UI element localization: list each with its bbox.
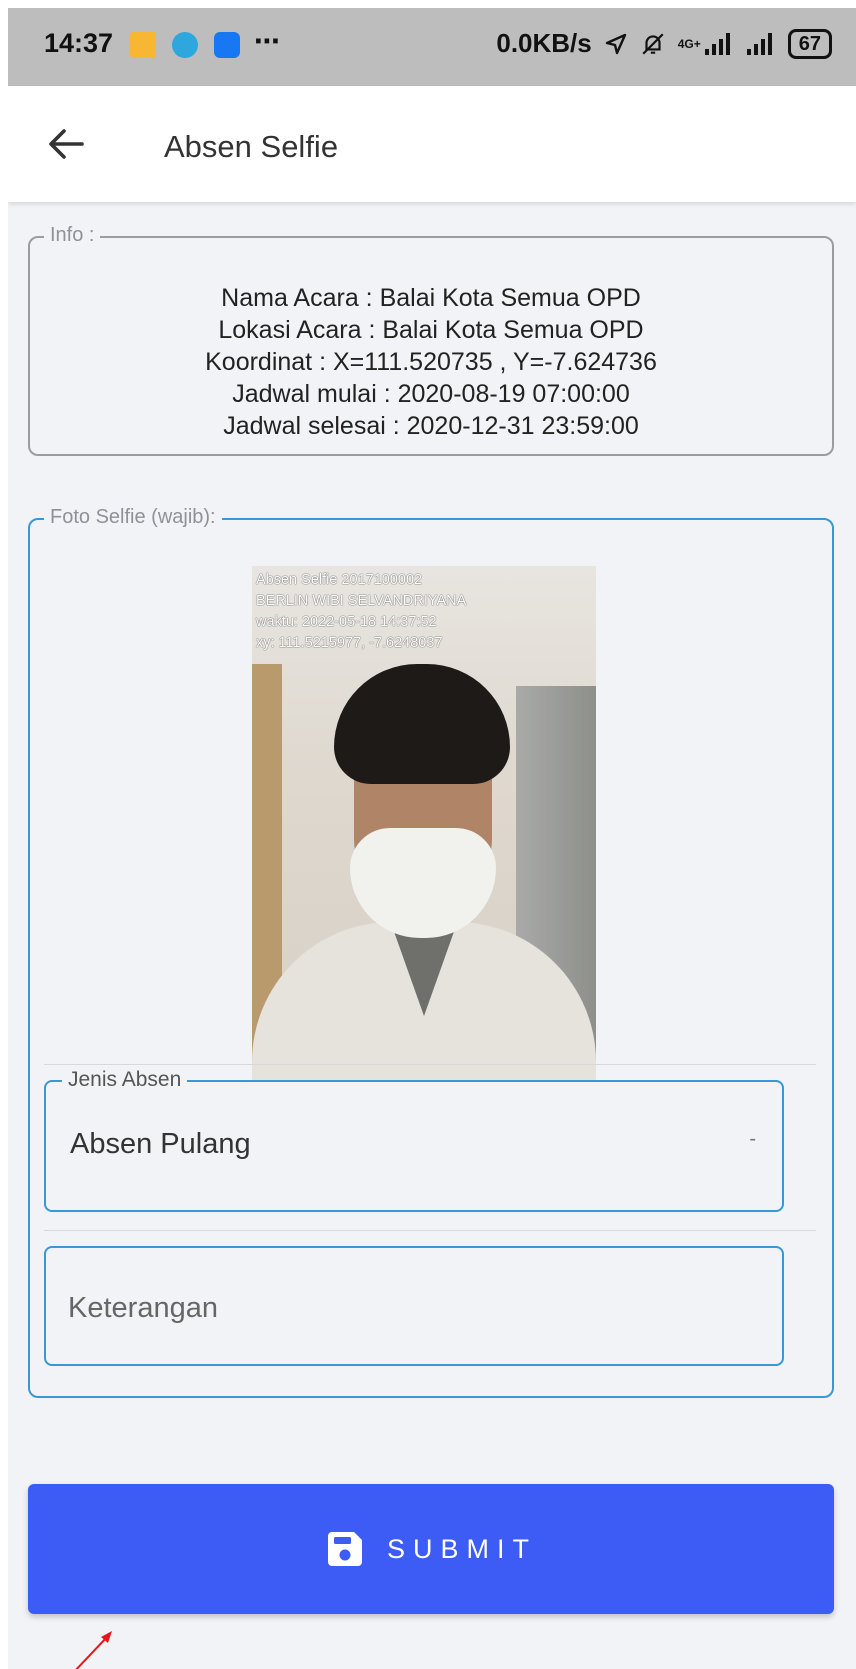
photo-watermark-line: waktu: 2022-05-18 14:37:52 [256, 614, 437, 630]
more-notifications-icon: ⋯ [254, 26, 282, 56]
status-right: 0.0KB/s 4G+ 67 [496, 28, 832, 59]
network-speed: 0.0KB/s [496, 28, 592, 58]
jenis-absen-select[interactable]: Jenis Absen Absen Pulang - [44, 1068, 784, 1212]
submit-button[interactable]: SUBMIT [28, 1484, 834, 1614]
photo-mask [350, 828, 496, 938]
photo-watermark-line: BERLIN WIBI SELVANDRIYANA [256, 593, 467, 609]
info-jadwal-mulai: Jadwal mulai : 2020-08-19 07:00:00 [232, 380, 630, 408]
app-screen: 14:37 ⋯ 0.0KB/s 4G+ 67 Absen Selfie Info… [8, 8, 856, 1669]
info-panel: Info : Nama Acara : Balai Kota Semua OPD… [28, 224, 834, 456]
signal-strength-2-icon [746, 32, 772, 55]
keterangan-field[interactable] [44, 1246, 784, 1366]
photo-watermark-line: xy: 111.5215977, -7.6248037 [256, 635, 443, 651]
jenis-absen-legend: Jenis Absen [62, 1068, 188, 1092]
jenis-absen-value: Absen Pulang [70, 1128, 251, 1160]
mute-bell-icon [642, 32, 664, 55]
signal-4g-icon: 4G+ [677, 36, 701, 51]
app-bar: Absen Selfie [8, 86, 856, 202]
facebook-notification-icon [214, 32, 240, 58]
divider [44, 1064, 816, 1065]
photo-watermark: Absen Selfie 2017100002 BERLIN WIBI SELV… [256, 570, 466, 654]
battery-icon: 67 [787, 28, 832, 59]
foto-selfie-legend: Foto Selfie (wajib): [44, 506, 222, 529]
submit-label: SUBMIT [386, 1533, 537, 1564]
photo-watermark-line: Absen Selfie 2017100002 [256, 572, 423, 588]
status-bar: 14:37 ⋯ 0.0KB/s 4G+ 67 [8, 8, 856, 86]
keterangan-input[interactable] [68, 1284, 758, 1332]
info-lokasi-acara: Lokasi Acara : Balai Kota Semua OPD [218, 316, 644, 344]
dropdown-caret-icon: - [749, 1128, 756, 1150]
status-time: 14:37 [44, 28, 114, 58]
info-nama-acara: Nama Acara : Balai Kota Semua OPD [221, 284, 641, 312]
foto-selfie-panel: Foto Selfie (wajib): Absen Selfie 201710… [28, 506, 834, 1398]
location-icon [605, 33, 626, 54]
photo-hair [334, 664, 510, 784]
telegram-notification-icon [172, 32, 198, 58]
page-title: Absen Selfie [164, 129, 339, 164]
arrow-left-icon[interactable] [46, 124, 86, 164]
folder-notification-icon [130, 32, 156, 58]
info-lines: Nama Acara : Balai Kota Semua OPD Lokasi… [30, 282, 832, 442]
save-icon [327, 1532, 362, 1566]
annotation-arrow-icon [75, 1631, 112, 1669]
divider [44, 1230, 816, 1231]
info-jadwal-selesai: Jadwal selesai : 2020-12-31 23:59:00 [223, 412, 639, 440]
selfie-photo[interactable]: Absen Selfie 2017100002 BERLIN WIBI SELV… [252, 566, 596, 1080]
info-legend: Info : [44, 224, 101, 247]
info-koordinat: Koordinat : X=111.520735 , Y=-7.624736 [205, 348, 657, 376]
signal-strength-icon [704, 32, 730, 55]
